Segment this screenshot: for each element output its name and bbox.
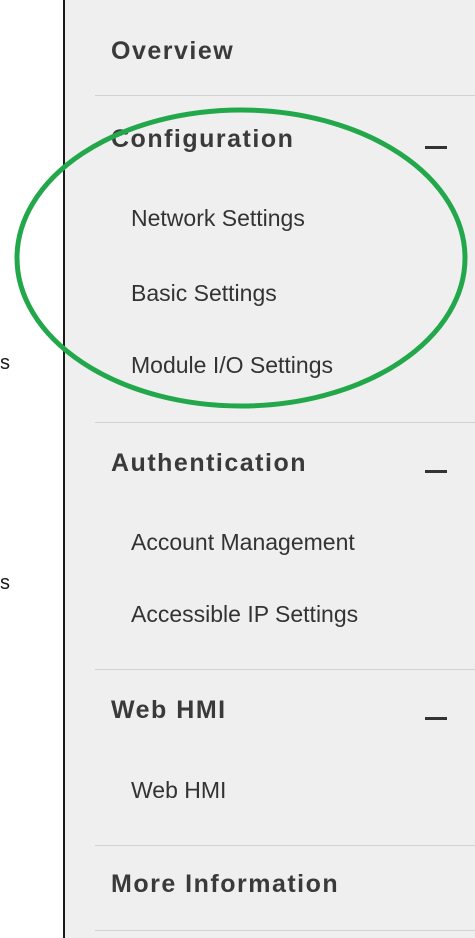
menu-item-network-settings[interactable]: Network Settings [131,205,305,232]
divider [95,95,475,96]
menu-section-configuration[interactable]: Configuration [111,125,294,154]
menu-item-web-hmi[interactable]: Web HMI [131,777,226,804]
cropped-text-fragment: s [0,572,10,594]
minus-icon[interactable] [425,717,447,720]
menu-section-authentication[interactable]: Authentication [111,449,307,478]
sidebar-menu: Overview Configuration Network Settings … [63,0,475,938]
divider [95,845,475,846]
minus-icon[interactable] [425,146,447,149]
menu-item-basic-settings[interactable]: Basic Settings [131,280,277,307]
menu-item-module-io-settings[interactable]: Module I/O Settings [131,352,333,379]
cropped-text-fragment: s [0,352,10,374]
divider [95,422,475,423]
menu-section-web-hmi[interactable]: Web HMI [111,696,227,725]
minus-icon[interactable] [425,470,447,473]
menu-item-more-information[interactable]: More Information [111,870,339,899]
divider [95,930,475,931]
menu-item-overview[interactable]: Overview [111,37,234,66]
divider [95,669,475,670]
menu-item-accessible-ip-settings[interactable]: Accessible IP Settings [131,601,358,628]
menu-item-account-management[interactable]: Account Management [131,529,355,556]
